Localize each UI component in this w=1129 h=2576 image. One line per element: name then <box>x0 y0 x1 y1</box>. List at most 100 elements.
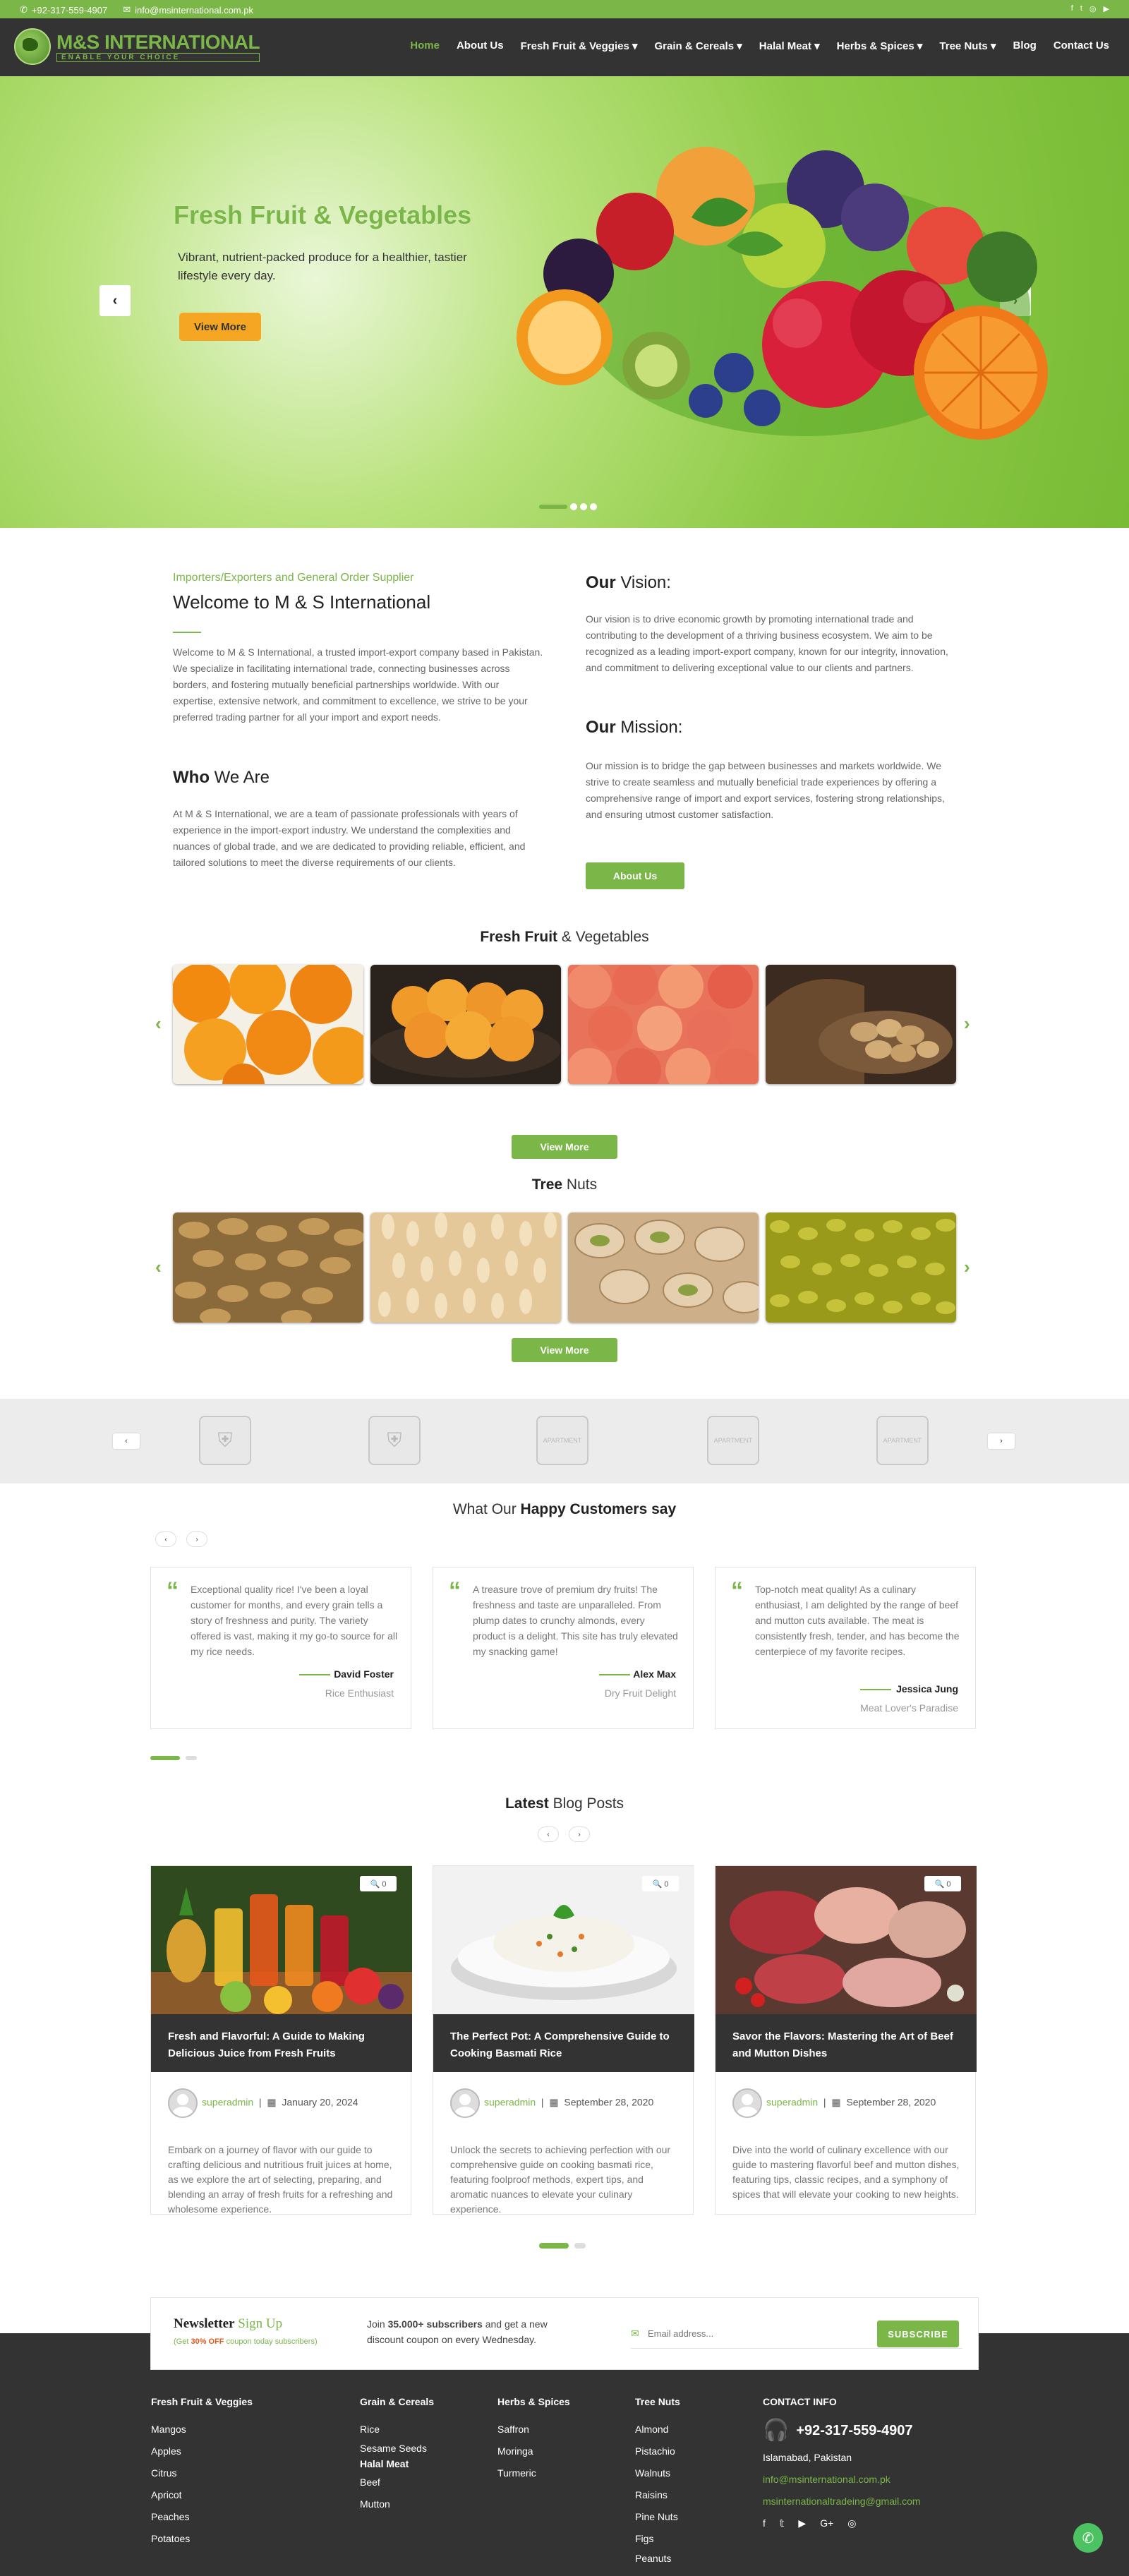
page-dot[interactable] <box>186 1756 197 1760</box>
blog-next-button[interactable]: › <box>569 1826 590 1842</box>
footer-link[interactable]: Peaches <box>151 2506 253 2528</box>
slide-dot[interactable] <box>590 503 597 510</box>
nuts-next-arrow[interactable]: › <box>964 1256 970 1278</box>
hero-prev-button[interactable]: ‹ <box>99 285 131 316</box>
nav-blog[interactable]: Blog <box>1013 40 1036 52</box>
footer-link[interactable]: Almond <box>635 2419 680 2440</box>
slide-dot[interactable] <box>570 503 577 510</box>
footer-link[interactable]: Walnuts <box>635 2462 680 2484</box>
whatsapp-chat-button[interactable]: ✆ <box>1073 2523 1103 2553</box>
footer-link[interactable]: Mangos <box>151 2419 253 2440</box>
footer-email[interactable]: msinternationaltradeing@gmail.com <box>763 2491 921 2512</box>
product-card-pine-nuts[interactable] <box>370 1212 561 1323</box>
mission-bold: Our <box>586 718 616 737</box>
youtube-icon[interactable]: ▶ <box>1104 4 1109 13</box>
blog-author[interactable]: superadmin <box>484 2097 536 2108</box>
footer-link[interactable]: Moringa <box>497 2440 570 2462</box>
nav-grain[interactable]: Grain & Cereals ▾ <box>655 40 742 52</box>
blog-post-title[interactable]: The Perfect Pot: A Comprehensive Guide t… <box>433 2014 694 2072</box>
subscribe-button[interactable]: SUBSCRIBE <box>877 2321 959 2347</box>
footer-email[interactable]: info@msinternational.com.pk <box>763 2469 921 2491</box>
testimonials-pagination <box>150 1756 197 1760</box>
product-card-peaches[interactable] <box>568 965 759 1084</box>
footer-link[interactable]: Peanuts <box>635 2550 680 2567</box>
blog-card[interactable]: 🔍 0 Fresh and Flavorful: A Guide to Maki… <box>150 1865 412 2215</box>
testimonials-next-button[interactable]: › <box>186 1531 207 1547</box>
fruit-view-more-button[interactable]: View More <box>512 1135 617 1159</box>
product-card-oranges[interactable] <box>173 965 363 1084</box>
facebook-icon[interactable]: f <box>763 2512 766 2534</box>
footer-link[interactable]: Beef <box>360 2472 434 2493</box>
hero-view-more-button[interactable]: View More <box>179 313 261 341</box>
footer-link[interactable]: Raisins <box>635 2484 680 2506</box>
footer-link[interactable]: Pine Nuts <box>635 2506 680 2528</box>
product-card-raisins[interactable] <box>766 1212 956 1323</box>
hero-slider: Fresh Fruit & Vegetables Vibrant, nutrie… <box>0 76 1129 528</box>
nav-fresh-fruit[interactable]: Fresh Fruit & Veggies ▾ <box>521 40 638 52</box>
twitter-icon[interactable]: 𝕥 <box>780 2512 785 2534</box>
instagram-icon[interactable]: ◎ <box>847 2512 856 2534</box>
logo-tagline: ENABLE YOUR CHOICE <box>56 52 260 62</box>
youtube-icon[interactable]: ▶ <box>798 2512 806 2534</box>
partners-next-button[interactable]: › <box>988 1433 1015 1449</box>
footer-link[interactable]: Pistachio <box>635 2440 680 2462</box>
newsletter-box: Newsletter Sign Up (Get 30% OFF coupon t… <box>150 2297 979 2370</box>
nav-home[interactable]: Home <box>410 40 440 52</box>
blog-card[interactable]: 🔍 0 Savor the Flavors: Mastering the Art… <box>715 1865 977 2215</box>
nav-about[interactable]: About Us <box>457 40 504 52</box>
page-dot-active[interactable] <box>150 1756 180 1760</box>
blog-post-title[interactable]: Savor the Flavors: Mastering the Art of … <box>716 2014 977 2072</box>
footer-link[interactable]: Apples <box>151 2440 253 2462</box>
blog-card[interactable]: 🔍 0 The Perfect Pot: A Comprehensive Gui… <box>433 1865 694 2215</box>
phone-contact[interactable]: ✆ +92-317-559-4907 <box>20 4 107 16</box>
footer-link[interactable]: Sesame Seeds <box>360 2440 434 2456</box>
blog-prev-button[interactable]: ‹ <box>538 1826 559 1842</box>
chevron-left-icon: ‹ <box>547 1830 550 1838</box>
avatar <box>450 2088 480 2118</box>
fruit-prev-arrow[interactable]: ‹ <box>155 1013 162 1035</box>
newsletter-email-input[interactable] <box>648 2323 859 2343</box>
facebook-icon[interactable]: f <box>1071 4 1073 13</box>
product-card-pistachio[interactable] <box>568 1212 759 1323</box>
product-card-peanuts[interactable] <box>173 1212 363 1323</box>
nav-contact[interactable]: Contact Us <box>1053 40 1109 52</box>
vision-title: Our Vision: <box>586 573 671 593</box>
partners-prev-button[interactable]: ‹ <box>113 1433 140 1449</box>
footer-link[interactable]: Rice <box>360 2419 434 2440</box>
footer-link[interactable]: Mutton <box>360 2493 434 2515</box>
page-dot[interactable] <box>574 2243 586 2249</box>
footer-link[interactable]: Apricot <box>151 2484 253 2506</box>
nav-tree-nuts[interactable]: Tree Nuts ▾ <box>939 40 996 52</box>
testimonial-name: David Foster <box>334 1668 394 1680</box>
nav-halal-meat[interactable]: Halal Meat ▾ <box>759 40 820 52</box>
instagram-icon[interactable]: ◎ <box>1089 4 1097 13</box>
shield-icon: ⛨ <box>387 1428 402 1451</box>
fruit-next-arrow[interactable]: › <box>964 1013 970 1035</box>
slide-dot-active[interactable] <box>539 505 567 509</box>
mission-title: Our Mission: <box>586 718 682 738</box>
footer-link[interactable]: Potatoes <box>151 2528 253 2550</box>
nuts-view-more-button[interactable]: View More <box>512 1338 617 1362</box>
blog-author[interactable]: superadmin <box>202 2097 253 2108</box>
nav-herbs[interactable]: Herbs & Spices ▾ <box>837 40 923 52</box>
slide-dot[interactable] <box>580 503 587 510</box>
footer-link[interactable]: Figs <box>635 2528 680 2550</box>
footer-link[interactable]: Citrus <box>151 2462 253 2484</box>
nuts-prev-arrow[interactable]: ‹ <box>155 1256 162 1278</box>
about-us-button[interactable]: About Us <box>586 862 684 889</box>
footer-phone[interactable]: 🎧 +92-317-559-4907 <box>763 2419 921 2443</box>
site-logo[interactable]: M&S INTERNATIONAL ENABLE YOUR CHOICE <box>14 28 260 65</box>
peaches-image <box>568 965 759 1084</box>
blog-author[interactable]: superadmin <box>766 2097 818 2108</box>
testimonials-prev-button[interactable]: ‹ <box>155 1531 176 1547</box>
chevron-right-icon: › <box>1000 1437 1003 1445</box>
footer-link[interactable]: Saffron <box>497 2419 570 2440</box>
page-dot-active[interactable] <box>539 2243 569 2249</box>
email-contact[interactable]: ✉ info@msinternational.com.pk <box>123 4 253 16</box>
footer-link[interactable]: Turmeric <box>497 2462 570 2484</box>
blog-post-title[interactable]: Fresh and Flavorful: A Guide to Making D… <box>151 2014 412 2072</box>
product-card-apricots[interactable] <box>370 965 561 1084</box>
product-card-potatoes[interactable] <box>766 965 956 1084</box>
google-plus-icon[interactable]: G+ <box>820 2512 833 2534</box>
twitter-icon[interactable]: t <box>1080 4 1082 13</box>
